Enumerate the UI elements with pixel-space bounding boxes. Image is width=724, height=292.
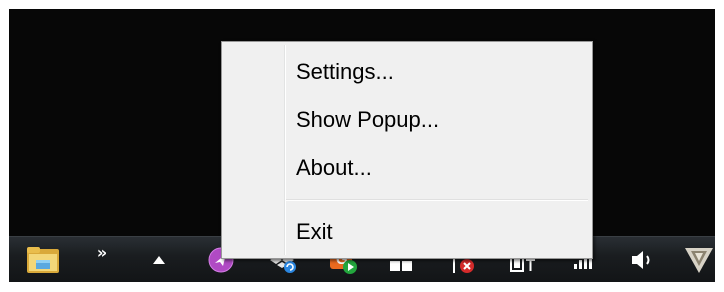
menu-item-show-popup[interactable]: Show Popup... [225,101,589,139]
volume-icon[interactable] [625,237,659,282]
file-explorer-icon[interactable] [23,237,63,282]
desktop-background: » G Settings... Show Popup... About... E… [9,9,715,282]
menu-item-label: Show Popup... [296,107,440,132]
tray-context-menu: Settings... Show Popup... About... Exit [221,41,593,259]
show-hidden-icons-arrow[interactable] [147,237,171,282]
menu-item-label: About... [296,155,372,180]
menu-item-exit[interactable]: Exit [225,213,589,251]
overflow-chevron-label: » [96,242,108,262]
menu-item-label: Exit [296,219,333,244]
overflow-chevron-icon[interactable]: » [91,237,113,267]
menu-item-about[interactable]: About... [225,149,589,187]
menu-item-settings[interactable]: Settings... [225,53,589,91]
menu-item-label: Settings... [296,59,394,84]
menu-separator [286,199,588,201]
vpn-shield-icon[interactable] [683,237,715,282]
